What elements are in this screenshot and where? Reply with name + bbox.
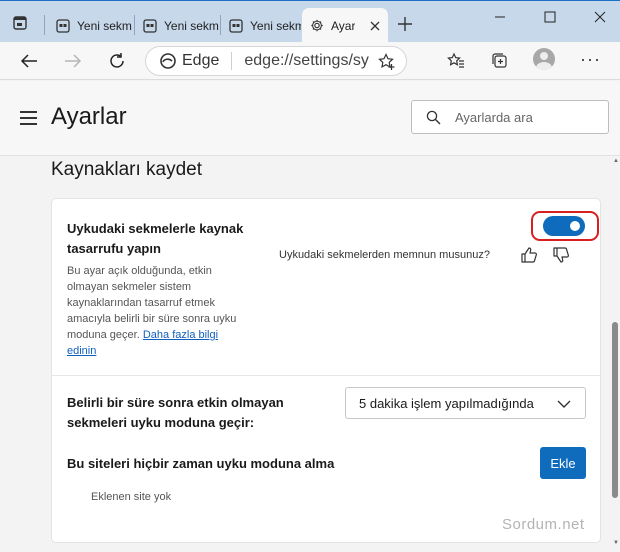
page-title: Ayarlar — [51, 103, 127, 130]
sleeping-tabs-description: Bu ayar açık olduğunda, etkin olmayan se… — [67, 263, 245, 359]
divider — [52, 375, 600, 376]
tab-separator — [44, 15, 45, 35]
resources-card: Uykudaki sekmelerle kaynak tasarrufu yap… — [51, 198, 601, 543]
never-sleep-label: Bu siteleri hiçbir zaman uyku moduna alm… — [67, 456, 335, 471]
close-icon[interactable] — [370, 21, 380, 31]
tab-label: Yeni sekme — [77, 18, 132, 33]
settings-search-input[interactable]: Ayarlarda ara — [411, 100, 609, 134]
scroll-down-icon[interactable]: ▼ — [612, 540, 620, 546]
tab-new-2[interactable]: Yeni sekme — [135, 8, 219, 43]
thumbs-down-icon[interactable] — [551, 245, 571, 265]
chevron-down-icon — [557, 397, 571, 411]
search-icon — [426, 110, 441, 125]
new-tab-icon — [56, 18, 70, 33]
watermark: Sordum.net — [502, 516, 585, 533]
browser-toolbar: Edge edge://settings/system — [0, 42, 620, 80]
more-options-icon[interactable]: ··· — [580, 49, 601, 70]
section-title: Kaynakları kaydet — [51, 159, 203, 180]
address-bar[interactable]: Edge edge://settings/system — [145, 46, 407, 76]
minimize-button[interactable] — [488, 7, 512, 27]
sleeping-tabs-toggle[interactable] — [543, 216, 585, 236]
gear-icon — [310, 19, 324, 33]
edge-logo-icon — [160, 53, 176, 69]
address-url: edge://settings/system — [244, 52, 369, 69]
inactive-timeout-select[interactable]: 5 dakika işlem yapılmadığında — [345, 387, 586, 419]
back-button[interactable] — [17, 49, 41, 73]
close-window-button[interactable] — [588, 7, 612, 27]
empty-list-text: Eklenen site yok — [91, 491, 172, 503]
refresh-button[interactable] — [105, 49, 129, 73]
tab-new-1[interactable]: Yeni sekme — [48, 8, 132, 43]
new-tab-button[interactable] — [394, 13, 416, 35]
favorites-button[interactable] — [444, 49, 468, 73]
scrollbar-thumb[interactable] — [612, 322, 618, 498]
collections-button[interactable] — [488, 49, 512, 73]
tab-label: Yeni sekme — [250, 18, 301, 33]
inactive-timeout-label: Belirli bir süre sonra etkin olmayan sek… — [67, 395, 284, 430]
selected-value: 5 dakika işlem yapılmadığında — [359, 395, 534, 411]
add-favorite-icon[interactable] — [378, 53, 396, 71]
settings-header: Ayarlar Ayarlarda ara — [0, 81, 620, 156]
sleeping-tabs-title: Uykudaki sekmelerle kaynak tasarrufu yap… — [67, 221, 244, 256]
new-tab-icon — [229, 18, 243, 33]
tab-label: Ayarlar — [331, 18, 355, 33]
forward-button[interactable] — [61, 49, 85, 73]
tab-new-3[interactable]: Yeni sekme — [221, 8, 301, 43]
tab-label: Yeni sekme — [164, 18, 219, 33]
tab-settings[interactable]: Ayarlar — [302, 8, 388, 43]
thumbs-up-icon[interactable] — [519, 245, 539, 265]
address-prefix: Edge — [182, 52, 220, 69]
tab-actions-icon[interactable] — [12, 15, 28, 31]
feedback-question: Uykudaki sekmelerden memnun musunuz? — [279, 249, 490, 261]
address-divider — [231, 52, 233, 70]
maximize-button[interactable] — [538, 7, 562, 27]
new-tab-icon — [143, 18, 157, 33]
profile-avatar[interactable] — [533, 48, 555, 70]
menu-icon[interactable] — [20, 111, 37, 125]
title-bar: Yeni sekme Yeni sekme Yeni sekme Ayarlar — [0, 0, 620, 43]
add-site-button[interactable]: Ekle — [540, 447, 586, 479]
search-placeholder: Ayarlarda ara — [455, 109, 533, 125]
scroll-up-icon[interactable]: ▲ — [612, 158, 620, 164]
